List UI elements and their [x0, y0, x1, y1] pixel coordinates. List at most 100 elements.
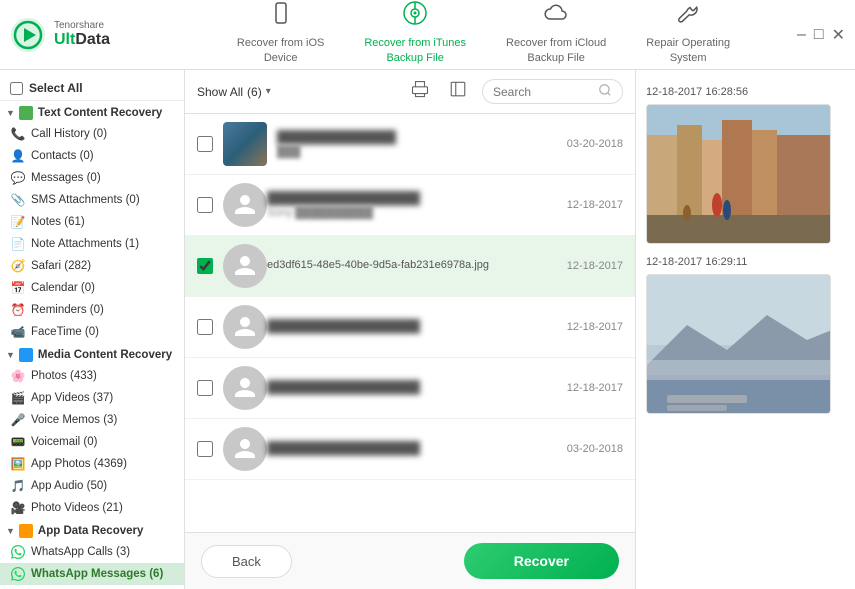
sidebar-item-label: Voice Memos (3): [31, 414, 117, 426]
sidebar-group-text-content[interactable]: ▼ Text Content Recovery: [0, 101, 184, 123]
export-button[interactable]: [444, 78, 472, 105]
preview-panel: 12-18-2017 16:28:56: [635, 70, 855, 589]
file-date: 03-20-2018: [567, 443, 623, 455]
show-all-button[interactable]: Show All (6) ▾: [197, 85, 271, 99]
sidebar-item-contacts[interactable]: 👤 Contacts (0): [0, 145, 184, 167]
sidebar-item-whatsapp-calls[interactable]: WhatsApp Calls (3): [0, 541, 184, 563]
sidebar-item-app-videos[interactable]: 🎬 App Videos (37): [0, 387, 184, 409]
file-count: (6): [247, 85, 262, 99]
main-area: Select All ▼ Text Content Recovery 📞 Cal…: [0, 70, 855, 589]
sidebar-group-media[interactable]: ▼ Media Content Recovery: [0, 343, 184, 365]
bottom-bar: Back Recover: [185, 532, 635, 589]
whatsapp-calls-icon: [10, 544, 26, 560]
sidebar-item-label: Note Attachments (1): [31, 238, 139, 250]
file-name: ██████████████████: [267, 319, 567, 333]
file-item[interactable]: ██████████████████ 12-18-2017: [185, 358, 635, 419]
show-all-label: Show All: [197, 85, 243, 99]
sidebar-item-note-attachments[interactable]: 📄 Note Attachments (1): [0, 233, 184, 255]
sidebar-item-calendar[interactable]: 📅 Calendar (0): [0, 277, 184, 299]
sidebar-item-notes[interactable]: 📝 Notes (61): [0, 211, 184, 233]
safari-icon: 🧭: [10, 258, 26, 274]
search-input[interactable]: [493, 85, 593, 99]
file-item[interactable]: ed3df615-48e5-40be-9d5a-fab231e6978a.jpg…: [185, 236, 635, 297]
logo-icon: [10, 17, 46, 53]
tab-ios[interactable]: Recover from iOSDevice: [217, 0, 344, 76]
itunes-icon: [403, 1, 427, 32]
minimize-button[interactable]: –: [797, 26, 806, 44]
tab-ios-label: Recover from iOSDevice: [237, 36, 324, 65]
file-checkbox[interactable]: [197, 197, 213, 213]
file-date: 03-20-2018: [567, 138, 623, 150]
file-checkbox[interactable]: [197, 319, 213, 335]
sidebar-item-voice-memos[interactable]: 🎤 Voice Memos (3): [0, 409, 184, 431]
voice-memos-icon: 🎤: [10, 412, 26, 428]
file-checkbox[interactable]: [197, 441, 213, 457]
group-label-media: Media Content Recovery: [38, 349, 172, 361]
sidebar-item-safari[interactable]: 🧭 Safari (282): [0, 255, 184, 277]
group-icon-text: [19, 106, 33, 120]
recover-button[interactable]: Recover: [464, 543, 619, 579]
file-info: ██████████████████: [267, 441, 567, 457]
maximize-button[interactable]: □: [814, 26, 824, 44]
sidebar-item-app-photos[interactable]: 🖼️ App Photos (4369): [0, 453, 184, 475]
file-list: ██████████████ ███ 03-20-2018 ██████████…: [185, 114, 635, 532]
preview-image-1: [646, 104, 831, 244]
tab-itunes[interactable]: Recover from iTunesBackup File: [344, 0, 486, 76]
file-checkbox[interactable]: [197, 380, 213, 396]
sidebar-item-label: WhatsApp Messages (6): [31, 568, 163, 580]
sidebar-item-label: WhatsApp Calls (3): [31, 546, 130, 558]
select-all-row[interactable]: Select All: [0, 76, 184, 101]
sidebar-item-photo-videos[interactable]: 🎥 Photo Videos (21): [0, 497, 184, 519]
sidebar-item-whatsapp-attachments[interactable]: WhatsApp Attachments (8): [0, 585, 184, 589]
voicemail-icon: 📟: [10, 434, 26, 450]
sidebar-item-voicemail[interactable]: 📟 Voicemail (0): [0, 431, 184, 453]
sidebar-item-label: Photos (433): [31, 370, 97, 382]
sidebar-item-call-history[interactable]: 📞 Call History (0): [0, 123, 184, 145]
file-checkbox[interactable]: [197, 258, 213, 274]
file-item[interactable]: ██████████████████ Sony ██████████ 12-18…: [185, 175, 635, 236]
tab-icloud[interactable]: Recover from iCloudBackup File: [486, 0, 626, 76]
close-button[interactable]: ✕: [832, 25, 845, 45]
window-controls: – □ ✕: [797, 25, 845, 45]
calendar-icon: 📅: [10, 280, 26, 296]
file-item[interactable]: ██████████████ ███ 03-20-2018: [185, 114, 635, 175]
sidebar-item-label: App Photos (4369): [31, 458, 127, 470]
sidebar-item-photos[interactable]: 🌸 Photos (433): [0, 365, 184, 387]
sidebar-item-label: Notes (61): [31, 216, 85, 228]
sidebar-item-messages[interactable]: 💬 Messages (0): [0, 167, 184, 189]
sidebar-item-sms-attachments[interactable]: 📎 SMS Attachments (0): [0, 189, 184, 211]
messages-icon: 💬: [10, 170, 26, 186]
search-box[interactable]: [482, 79, 623, 104]
sidebar-item-label: SMS Attachments (0): [31, 194, 140, 206]
sidebar-item-whatsapp-messages[interactable]: WhatsApp Messages (6): [0, 563, 184, 585]
file-name: ██████████████████: [267, 441, 567, 455]
app-audio-icon: 🎵: [10, 478, 26, 494]
photos-icon: 🌸: [10, 368, 26, 384]
file-item[interactable]: ██████████████████ 03-20-2018: [185, 419, 635, 480]
header: Tenorshare UltData Recover from iOSDevic…: [0, 0, 855, 70]
file-info: ██████████████ ███: [277, 130, 567, 158]
sidebar-item-label: App Videos (37): [31, 392, 113, 404]
file-info: ██████████████████: [267, 319, 567, 335]
sidebar-group-app-data[interactable]: ▼ App Data Recovery: [0, 519, 184, 541]
app-photos-icon: 🖼️: [10, 456, 26, 472]
tab-repair[interactable]: Repair OperatingSystem: [626, 0, 750, 76]
preview-timestamp-2: 12-18-2017 16:29:11: [646, 256, 845, 268]
file-checkbox[interactable]: [197, 136, 213, 152]
file-item[interactable]: ██████████████████ 12-18-2017: [185, 297, 635, 358]
sidebar-item-app-audio[interactable]: 🎵 App Audio (50): [0, 475, 184, 497]
preview-image-2: [646, 274, 831, 414]
sms-attachments-icon: 📎: [10, 192, 26, 208]
sidebar-item-reminders[interactable]: ⏰ Reminders (0): [0, 299, 184, 321]
group-label-text: Text Content Recovery: [38, 107, 162, 119]
select-all-checkbox[interactable]: [10, 82, 23, 95]
file-sub: ███: [277, 146, 567, 158]
file-name: ██████████████████: [267, 191, 567, 205]
back-button[interactable]: Back: [201, 545, 292, 578]
print-button[interactable]: [406, 78, 434, 105]
sidebar-item-facetime[interactable]: 📹 FaceTime (0): [0, 321, 184, 343]
avatar: [223, 244, 267, 288]
logo-brand: Tenorshare: [54, 20, 110, 31]
tab-itunes-label: Recover from iTunesBackup File: [364, 36, 466, 65]
logo-text: Tenorshare UltData: [54, 20, 110, 49]
